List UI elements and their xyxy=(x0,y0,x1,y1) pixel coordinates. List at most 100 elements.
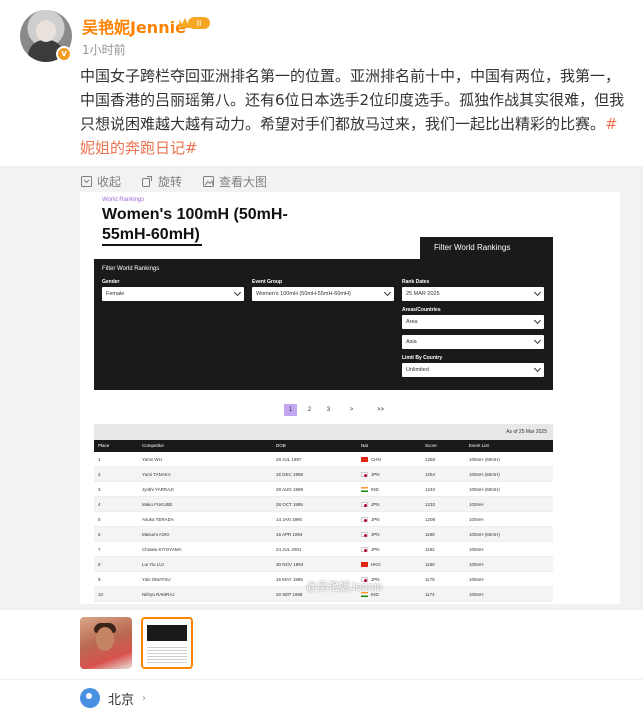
cell-competitor: Masumi AOKI xyxy=(142,527,170,542)
cell-score-text: 1174 xyxy=(425,592,435,597)
cell-score: 1180 xyxy=(425,557,435,572)
cell-dob-text: 28 OCT 1995 xyxy=(276,502,303,507)
location-name: 北京 xyxy=(108,692,135,708)
collapse-button[interactable]: 收起 xyxy=(80,172,121,190)
cell-dob: 28 OCT 1995 xyxy=(276,497,303,512)
cell-score-text: 1258 xyxy=(425,457,436,462)
post-timestamp[interactable]: 1小时前 xyxy=(82,41,126,58)
cell-event: 100mH xyxy=(469,512,484,527)
cell-score: 1174 xyxy=(425,587,435,602)
cell-competitor: Mako FUKUBE xyxy=(142,497,173,512)
table-row: 4 Mako FUKUBE 28 OCT 1995 JPN 1232 100mH xyxy=(94,497,553,512)
cell-score: 1254 xyxy=(425,467,435,482)
rotate-icon xyxy=(142,175,153,187)
table-row: 5 Asuka TERADA 14 JAN 1990 JPN 1208 100mH xyxy=(94,512,553,527)
cell-place-text: 10 xyxy=(98,592,104,597)
cell-place-text: 2 xyxy=(98,472,101,477)
cell-place-text: 4 xyxy=(98,502,101,507)
cell-place: 7 xyxy=(98,542,101,557)
cell-event: 100mH xyxy=(469,587,484,602)
chevron-down-icon xyxy=(233,288,242,297)
gender-select: Female xyxy=(102,287,244,301)
watermark: @吴艳妮Jennie xyxy=(306,581,383,593)
cell-event-text: 100mH (60mH) xyxy=(469,472,500,477)
cell-nat: IND xyxy=(361,482,379,497)
cell-score-text: 1179 xyxy=(425,577,435,582)
collapse-icon xyxy=(81,175,92,187)
cell-dob-text: 14 JAN 1990 xyxy=(276,517,303,522)
cell-competitor-text: Yuki OMATSU xyxy=(142,577,171,582)
username[interactable]: 吴艳妮Jennie xyxy=(82,14,186,38)
cell-competitor: Asuka TERADA xyxy=(142,512,174,527)
region-value: Asia xyxy=(406,339,417,345)
thumbnail-ranking-image[interactable] xyxy=(141,617,193,669)
flag-icon xyxy=(361,562,368,568)
post-body: 中国女子跨栏夺回亚洲排名第一的位置。亚洲排名前十中，中国有两位，我第一，中国香港… xyxy=(80,64,628,160)
thumb-face xyxy=(96,627,114,651)
cell-place: 8 xyxy=(98,557,101,572)
collapse-label: 收起 xyxy=(97,174,122,189)
cell-score: 1258 xyxy=(425,452,435,467)
ranking-screenshot[interactable]: World Rankings Women's 100mH (50mH-55mH-… xyxy=(80,192,620,604)
thumb-table-lines xyxy=(147,645,187,665)
flag-icon xyxy=(361,532,368,538)
cell-score-text: 1254 xyxy=(425,472,436,477)
cell-competitor: Yanni WU xyxy=(142,452,162,467)
view-large-label: 查看大图 xyxy=(219,174,268,189)
cell-dob: 24 JUL 2001 xyxy=(276,542,301,557)
event-select: Women's 100mH (50mH-55mH-60mH) xyxy=(252,287,394,301)
thumbnail-athlete-photo[interactable] xyxy=(80,617,132,669)
cell-place-text: 1 xyxy=(98,457,101,462)
cell-competitor: Lui Yiu LUI xyxy=(142,557,164,572)
page-1: 1 xyxy=(284,404,297,416)
cell-nat-text: HKG xyxy=(371,562,381,567)
cell-score-text: 1182 xyxy=(425,547,435,552)
cell-event: 100mH (60mH) xyxy=(469,452,500,467)
cell-score: 1179 xyxy=(425,572,435,587)
cell-score-text: 1208 xyxy=(425,517,436,522)
cell-nat: JPN xyxy=(361,527,380,542)
cell-nat: JPN xyxy=(361,497,380,512)
cell-competitor-text: Masumi AOKI xyxy=(142,532,170,537)
chevron-down-icon xyxy=(533,316,542,325)
chevron-down-icon xyxy=(383,288,392,297)
cell-dob: 14 JAN 1990 xyxy=(276,512,302,527)
flag-icon xyxy=(361,547,368,553)
avatar-face xyxy=(36,20,56,42)
cell-place: 3 xyxy=(98,482,101,497)
cell-dob-text: 28 JUL 1997 xyxy=(276,457,302,462)
divider xyxy=(0,679,643,680)
table-row: 7 Chisato KIYOYAMA 24 JUL 2001 JPN 1182 100mH xyxy=(94,542,553,557)
col-dob: DOB xyxy=(276,443,286,448)
areas-select: Area xyxy=(402,315,544,329)
col-place: Place xyxy=(98,443,110,448)
cell-nat-text: CHN xyxy=(371,457,381,462)
cell-dob-text: 20 SEP 1998 xyxy=(276,592,303,597)
cell-score: 1199 xyxy=(425,527,435,542)
rotate-label: 旋转 xyxy=(158,174,183,189)
rank-date-value: 25 MAR 2025 xyxy=(406,291,440,297)
cell-competitor: Chisato KIYOYAMA xyxy=(142,542,182,557)
cell-place: 9 xyxy=(98,572,101,587)
image-toolbar: 收起 旋转 查看大图 xyxy=(80,172,267,190)
cell-event: 100mH (60mH) xyxy=(469,527,500,542)
cell-nat: JPN xyxy=(361,542,380,557)
col-nat: Nat xyxy=(361,443,369,448)
chevron-down-icon xyxy=(533,336,542,345)
cell-place-text: 5 xyxy=(98,517,101,522)
table-row: 6 Masumi AOKI 16 APR 1994 JPN 1199 100mH (60m… xyxy=(94,527,553,542)
cell-score: 1208 xyxy=(425,512,435,527)
view-large-button[interactable]: 查看大图 xyxy=(202,172,267,190)
member-crown-badge-icon[interactable]: II xyxy=(178,15,212,31)
cell-place-text: 3 xyxy=(98,487,101,492)
gender-value: Female xyxy=(106,291,125,297)
cell-competitor: Yuki OMATSU xyxy=(142,572,171,587)
cell-event: 100mH (60mH) xyxy=(469,482,500,497)
cell-event: 100mH (60mH) xyxy=(469,467,500,482)
rotate-button[interactable]: 旋转 xyxy=(141,172,182,190)
cell-event-text: 100mH (60mH) xyxy=(469,532,500,537)
page-next: > xyxy=(349,407,354,413)
cell-dob: 15 DEC 1998 xyxy=(276,467,303,482)
table-header: Place Competitor DOB Nat Score Event Lis… xyxy=(94,440,553,452)
location-tag[interactable]: 北京 › xyxy=(80,688,146,708)
